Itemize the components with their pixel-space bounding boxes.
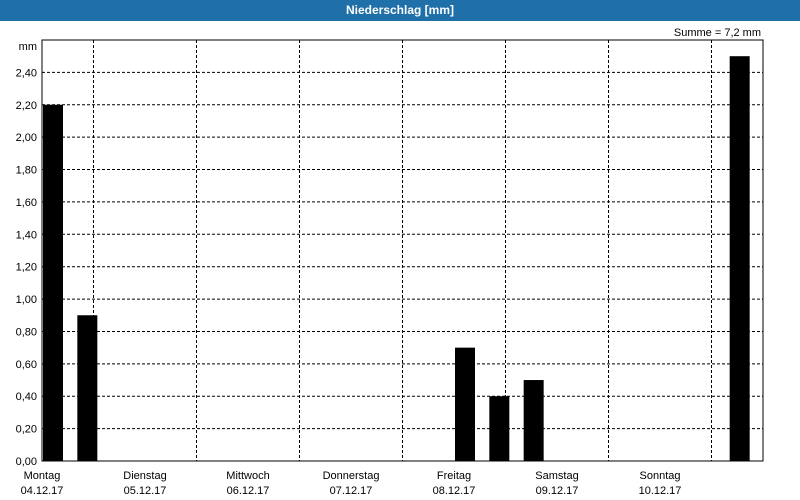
precipitation-bar xyxy=(43,104,63,462)
x-tick-day-label: Montag xyxy=(24,470,61,482)
precipitation-chart: Summe = 7,2 mm mm 0,00 0,20 0,40 0,60 0,80 1,00… xyxy=(16,27,764,497)
x-tick-date-label: 04.12.17 xyxy=(21,485,64,497)
precipitation-bar xyxy=(77,315,98,461)
y-tick-label: 2,00 xyxy=(16,132,37,144)
y-tick-label: 1,80 xyxy=(16,165,37,177)
x-tick-day-label: Samstag xyxy=(535,470,578,482)
y-tick-label: 0,20 xyxy=(16,424,37,436)
x-tick-day-label: Dienstag xyxy=(123,470,166,482)
y-tick-label: 2,20 xyxy=(16,100,37,112)
y-tick-label: 0,00 xyxy=(16,456,37,468)
x-tick-day-label: Freitag xyxy=(437,470,471,482)
x-tick-day-label: Donnerstag xyxy=(323,470,380,482)
precipitation-bar xyxy=(523,380,544,461)
precipitation-bar xyxy=(489,396,510,461)
y-tick-label: 2,40 xyxy=(16,67,37,79)
y-tick-label: 1,60 xyxy=(16,197,37,209)
x-tick-date-label: 10.12.17 xyxy=(639,485,682,497)
x-tick-date-label: 09.12.17 xyxy=(536,485,579,497)
x-tick-date-label: 07.12.17 xyxy=(330,485,373,497)
precipitation-bar xyxy=(455,347,475,461)
y-tick-label: 0,40 xyxy=(16,391,37,403)
x-tick-day-label: Sonntag xyxy=(640,470,681,482)
precipitation-bar xyxy=(729,56,750,461)
precipitation-total: Summe = 7,2 mm xyxy=(674,27,761,39)
y-tick-label: 1,40 xyxy=(16,229,37,241)
y-tick-label: 1,00 xyxy=(16,294,37,306)
x-tick-date-label: 08.12.17 xyxy=(433,485,476,497)
y-axis-label: mm xyxy=(19,41,37,53)
x-tick-date-label: 05.12.17 xyxy=(124,485,167,497)
x-tick-day-label: Mittwoch xyxy=(226,470,269,482)
y-tick-label: 0,80 xyxy=(16,326,37,338)
x-tick-date-label: 06.12.17 xyxy=(227,485,270,497)
y-tick-label: 0,60 xyxy=(16,359,37,371)
y-tick-label: 1,20 xyxy=(16,262,37,274)
